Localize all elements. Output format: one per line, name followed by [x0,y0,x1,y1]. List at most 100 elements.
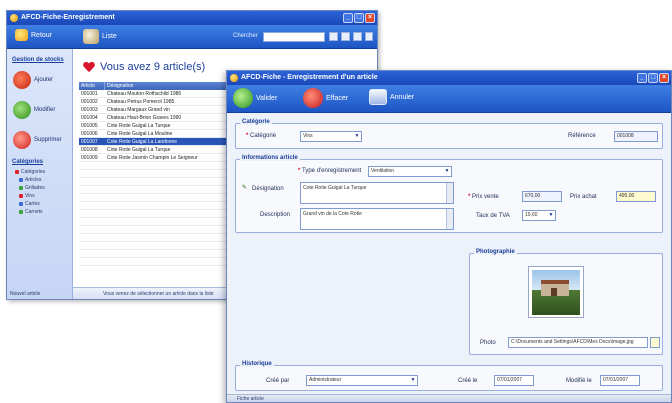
record-type-select[interactable]: Ventilation ▼ [368,166,452,177]
table-row[interactable]: 001006 Cote Rotie Guigal La Mouline [79,130,229,138]
sidebar-add-label: Ajouter [34,77,54,83]
back-button-label: Retour [31,31,53,39]
column-header-article[interactable]: Article [79,82,105,90]
table-row[interactable]: 001004 Chateau Haut-Brion Graves 1990 [79,114,229,122]
edit-icon [13,101,31,119]
price-label: * Prix vente [468,194,499,200]
purchase-price-field[interactable]: 495,00 [616,191,656,202]
tree-item-label: Carnets [25,209,43,215]
description-scrollbar[interactable] [446,209,453,229]
reference-field[interactable]: 001008 [614,131,658,142]
vat-label: Taux de TVA [476,213,510,219]
table-empty-row [79,162,229,170]
table-row[interactable]: 001001 Chateau Mouton Rothschild 1986 [79,90,229,98]
category-select-value: Vins [303,133,313,139]
table-row[interactable]: 001008 Cote Rotie Guigal La Turque [79,146,229,154]
sidebar-heading-stock[interactable]: Gestion de stocks [12,57,64,63]
category-label-text: Catégorie [250,133,277,139]
created-date-field[interactable]: 07/01/2007 [494,375,534,386]
sidebar-edit-button[interactable]: Modifier [13,101,55,119]
table-row-selected[interactable]: 001007 Cote Rotie Guigal La Landonne [79,138,229,146]
folder-icon [19,178,23,182]
tree-item[interactable]: Carnets [19,209,43,215]
description-field[interactable]: Grand vin de la Cote Rotie [300,208,454,230]
table-row[interactable]: 001002 Chateau Petrus Pomerol 1985 [79,98,229,106]
close-button[interactable]: × [659,73,669,83]
tree-item[interactable]: Grillades [19,185,45,191]
close-button[interactable]: × [365,13,375,23]
form-window-titlebar[interactable]: AFCD-Fiche - Enregistrement d'un article… [227,71,671,85]
table-row[interactable]: 001005 Cote Rotie Guigal La Turque [79,122,229,130]
save-button[interactable]: Valider [233,88,277,108]
search-icon[interactable] [329,32,338,41]
eraser-icon [303,88,323,108]
tree-item[interactable]: Cartes [19,201,40,207]
chevron-down-icon: ▼ [354,133,360,139]
search-input[interactable] [263,32,325,42]
table-cell: 001002 [81,99,98,105]
chevron-down-icon: ▼ [548,212,554,218]
help-icon[interactable] [365,32,373,41]
chevron-down-icon: ▼ [444,168,450,174]
sidebar-delete-button[interactable]: Supprimer [13,131,62,149]
add-icon [13,71,31,89]
sidebar-add-button[interactable]: Ajouter [13,71,53,89]
folder-icon [19,210,23,214]
column-header-designation[interactable]: Désignation [105,82,229,90]
cancel-button-label: Annuler [390,93,415,101]
tree-item[interactable]: Catégories [15,169,45,175]
table-empty-row [79,186,229,194]
category-select[interactable]: Vins ▼ [300,131,362,142]
form-toolbar: Valider Effacer Annuler [227,85,671,113]
minimize-button[interactable]: _ [637,73,647,83]
delete-icon [13,131,31,149]
back-button[interactable]: Retour [15,29,52,41]
minimize-button[interactable]: _ [343,13,353,23]
article-table: Article Désignation 001001 Chateau Mouton… [79,82,229,266]
price-field[interactable]: 670,00 [522,191,562,202]
heart-icon [83,62,95,73]
table-empty-row [79,178,229,186]
tree-item-label: Grillades [25,185,45,191]
table-cell: 001005 [81,123,98,129]
sidebar-edit-label: Modifier [34,107,56,113]
checkmark-icon [233,88,253,108]
article-info-group: Informations article * Type d'enregistre… [235,155,663,233]
sidebar: Gestion de stocks Ajouter Modifier Suppr… [7,49,73,299]
reference-label: Référence [568,133,596,139]
vat-select[interactable]: 19,60 ▼ [522,210,556,221]
table-empty-row [79,258,229,266]
tree-item-label: Articles [25,177,42,183]
created-by-select[interactable]: Administrateur ▼ [306,375,418,386]
article-form-window: AFCD-Fiche - Enregistrement d'un article… [226,70,672,403]
settings-icon[interactable] [353,32,362,41]
list-icon [83,29,99,44]
table-cell: Chateau Haut-Brion Graves 1990 [107,115,182,121]
tree-item[interactable]: Articles [19,177,41,183]
table-cell: Cote Rotie Guigal La Landonne [107,139,178,145]
sidebar-footer[interactable]: Nouvel article [10,291,40,297]
table-empty-row [79,210,229,218]
main-window-titlebar[interactable]: AFCD-Fiche-Enregistrement _ □ × [7,11,377,25]
table-empty-row [79,242,229,250]
table-row[interactable]: 001003 Chateau Margaux Grand vin [79,106,229,114]
table-cell: 001004 [81,115,98,121]
print-icon[interactable] [341,32,350,41]
table-cell: 001003 [81,107,98,113]
table-cell: Chateau Petrus Pomerol 1985 [107,99,175,105]
designation-field[interactable]: Cote Rotie Guigal La Turque [300,182,454,204]
browse-folder-icon[interactable] [650,337,660,348]
table-row[interactable]: 001009 Cote Rotie Jasmin Champin Le Seign… [79,154,229,162]
save-button-label: Valider [256,94,278,102]
modified-date-field[interactable]: 07/01/2007 [600,375,640,386]
designation-scrollbar[interactable] [446,183,453,203]
article-count-text: Vous avez 9 article(s) [100,61,206,73]
list-button[interactable]: Liste [83,29,117,44]
cancel-button[interactable]: Annuler [369,89,414,105]
sidebar-heading-categories[interactable]: Catégories [12,159,43,165]
photo-path-field[interactable]: C:\Documents and Settings\AFCD\Mes Docs\… [508,337,648,348]
delete-button[interactable]: Effacer [303,88,348,108]
maximize-button[interactable]: □ [648,73,658,83]
maximize-button[interactable]: □ [354,13,364,23]
tree-item[interactable]: Vins [19,193,35,199]
